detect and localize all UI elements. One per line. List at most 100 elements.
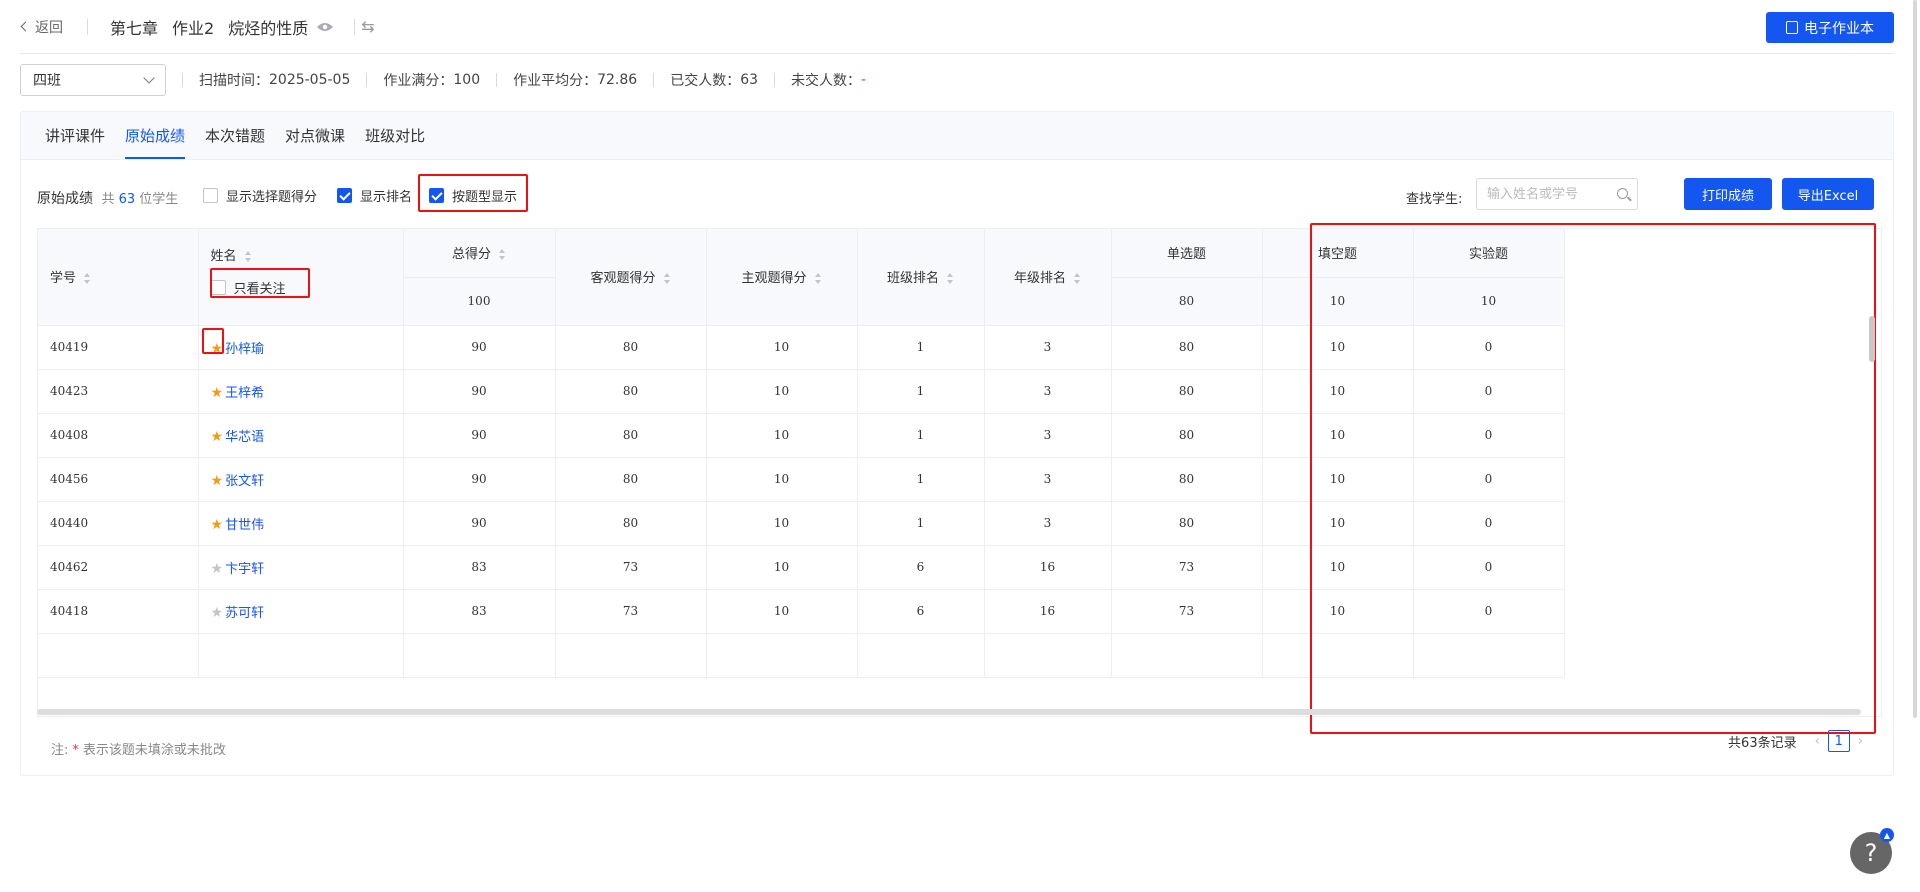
column-header-total-label: 总得分 (451, 247, 491, 263)
column-header-class-rank[interactable]: 班级排名 (857, 229, 985, 326)
single-choice-score: 80 (1111, 325, 1263, 370)
total-score: 90 (403, 369, 556, 414)
class-rank: 1 (857, 501, 985, 546)
average-value: 72.86 (597, 72, 638, 88)
class-rank: 1 (857, 413, 985, 458)
student-id: 40408 (38, 413, 199, 458)
student-name-link[interactable]: 张文轩 (225, 474, 264, 489)
subjective-score: 10 (706, 545, 858, 590)
full-score-label: 作业满分： (383, 73, 454, 89)
tab-micro-lessons[interactable]: 对点微课 (275, 111, 355, 159)
star-icon[interactable]: ★ (211, 429, 224, 445)
student-name-link[interactable]: 王梓希 (225, 386, 264, 401)
sort-icon[interactable] (814, 273, 822, 285)
divider (354, 18, 356, 35)
student-name-link[interactable]: 孙梓瑜 (225, 342, 264, 357)
single-choice-score: 73 (1111, 589, 1263, 634)
tab-class-compare[interactable]: 班级对比 (355, 111, 435, 159)
objective-score: 80 (555, 413, 707, 458)
show-choice-score-checkbox[interactable]: 显示选择题得分 (203, 186, 317, 205)
column-header-objective[interactable]: 客观题得分 (555, 229, 707, 326)
total-score: 90 (403, 501, 556, 546)
subjective-score: 10 (706, 589, 858, 634)
chevron-up-icon[interactable]: ▲ (1880, 828, 1894, 842)
table-toolbar: 原始成绩 共 63 位学生 显示选择题得分 显示排名 按题型显示 查找学生: 打… (21, 160, 1893, 228)
tab-review-courseware[interactable]: 讲评课件 (35, 111, 115, 159)
column-header-subjective-label: 主观题得分 (741, 271, 807, 287)
chapter-title: 第七章 (110, 18, 159, 38)
student-name-link[interactable]: 卞宇轩 (225, 562, 264, 577)
objective-score: 73 (555, 589, 707, 634)
column-header-subjective[interactable]: 主观题得分 (706, 229, 858, 326)
star-icon[interactable]: ★ (211, 605, 224, 621)
student-name-cell: ★ 卞宇轩 (198, 545, 404, 590)
column-header-grade-rank-label: 年级排名 (1013, 271, 1066, 287)
tab-raw-scores[interactable]: 原始成绩 (115, 111, 195, 159)
highlight-frame (202, 328, 224, 354)
student-name-link[interactable]: 华芯语 (225, 430, 264, 445)
sort-icon[interactable] (1074, 273, 1081, 285)
next-page-icon[interactable]: › (1858, 734, 1863, 749)
show-rank-label: 显示排名 (360, 190, 413, 205)
assignment-title: 作业2 (172, 18, 215, 38)
column-header-grade-rank[interactable]: 年级排名 (984, 229, 1112, 326)
objective-score: 73 (555, 545, 707, 590)
single-choice-score: 80 (1111, 457, 1263, 502)
class-select[interactable]: 四班 (20, 64, 166, 96)
swap-icon[interactable]: ⇆ (361, 17, 374, 36)
eye-icon[interactable] (316, 21, 334, 33)
column-header-total[interactable]: 总得分 (403, 229, 556, 278)
search-icon[interactable] (1617, 188, 1628, 199)
sort-icon[interactable] (244, 251, 252, 262)
student-name-link[interactable]: 甘世伟 (225, 518, 264, 533)
footnote-asterisk: * (72, 743, 79, 758)
grade-rank: 3 (984, 501, 1112, 546)
column-header-id[interactable]: 学号 (38, 229, 199, 326)
divider (774, 73, 776, 87)
student-name-cell: ★ 张文轩 (198, 457, 404, 502)
submitted-value: 63 (740, 72, 759, 88)
scan-time-value: 2025-05-05 (269, 72, 351, 88)
tab-wrong-questions[interactable]: 本次错题 (195, 111, 275, 159)
objective-score: 80 (555, 457, 707, 502)
objective-score: 80 (555, 501, 707, 546)
count-suffix: 位学生 (139, 192, 179, 207)
show-choice-score-label: 显示选择题得分 (226, 190, 318, 205)
star-icon[interactable]: ★ (211, 517, 224, 533)
section-title-text: 原始成绩 (37, 191, 93, 207)
page-scrollbar[interactable] (1913, 0, 1917, 718)
student-name-cell: ★ 王梓希 (198, 369, 404, 414)
total-score: 83 (403, 545, 556, 590)
divider (496, 73, 498, 87)
grade-rank: 3 (984, 457, 1112, 502)
student-name-link[interactable]: 苏可轩 (225, 606, 264, 621)
sort-icon[interactable] (499, 249, 506, 261)
student-name-cell: ★ 苏可轩 (198, 589, 404, 634)
page-number[interactable]: 1 (1827, 730, 1850, 752)
class-rank: 6 (857, 589, 985, 634)
prev-page-icon[interactable]: ‹ (1815, 734, 1820, 749)
star-icon[interactable]: ★ (211, 473, 224, 489)
grade-rank: 3 (984, 325, 1112, 370)
star-icon[interactable]: ★ (211, 385, 224, 401)
print-scores-button[interactable]: 打印成绩 (1684, 178, 1772, 210)
total-score: 90 (403, 457, 556, 502)
vertical-scrollbar[interactable] (1869, 316, 1875, 362)
grade-rank: 16 (984, 545, 1112, 590)
sort-icon[interactable] (663, 273, 671, 285)
footnote: 注: * 表示该题未填涂或未批改 (51, 739, 226, 758)
column-header-class-rank-label: 班级排名 (886, 271, 939, 287)
star-icon[interactable]: ★ (211, 561, 224, 577)
show-rank-checkbox[interactable]: 显示排名 (337, 186, 412, 205)
sort-icon[interactable] (84, 273, 91, 285)
submitted-label: 已交人数： (670, 73, 741, 89)
horizontal-scrollbar[interactable] (37, 709, 1861, 715)
total-score: 90 (403, 413, 556, 458)
export-excel-button[interactable]: 导出Excel (1782, 178, 1874, 210)
ebook-button[interactable]: 电子作业本 (1766, 12, 1894, 43)
student-search-input[interactable] (1476, 178, 1638, 210)
full-score-stat: 作业满分： 100 (350, 70, 480, 90)
sort-icon[interactable] (947, 273, 954, 285)
total-records: 共63条记录 (1728, 735, 1797, 751)
back-button[interactable]: 返回 (20, 17, 63, 37)
